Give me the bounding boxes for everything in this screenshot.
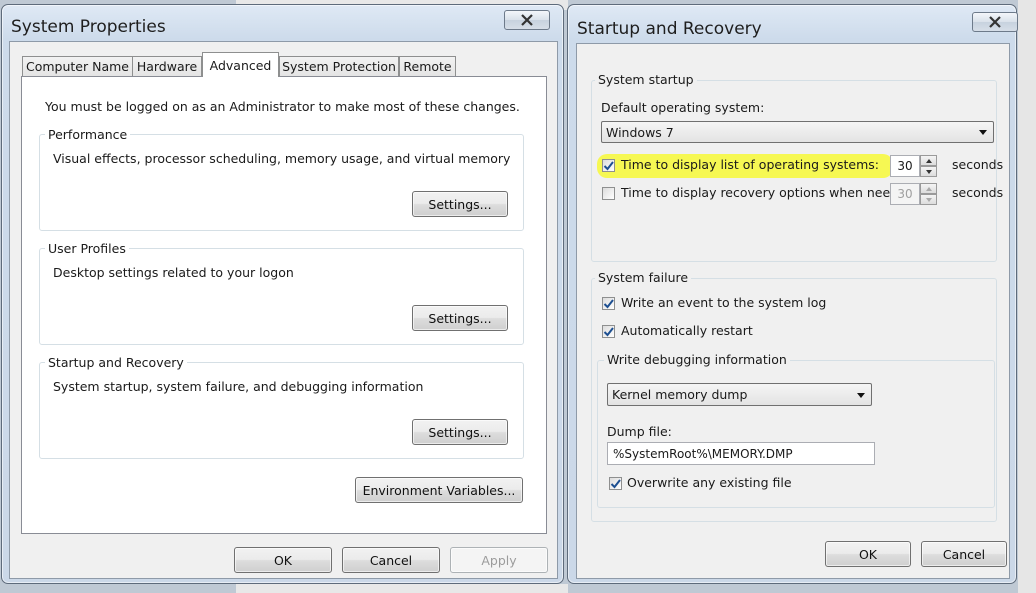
performance-label: Performance (45, 127, 131, 142)
startup-recovery-settings-button[interactable]: Settings... (412, 419, 508, 445)
overwrite-checkbox[interactable] (609, 477, 622, 490)
tab-computer-name[interactable]: Computer Name (22, 56, 133, 76)
tab-label: Remote (403, 59, 452, 74)
checkmark-icon (603, 299, 614, 309)
display-list-label: Time to display list of operating system… (621, 157, 879, 172)
dialog-client-area: System startup Default operating system:… (576, 43, 1010, 579)
display-recovery-unit: seconds (952, 185, 1004, 200)
close-icon (989, 16, 1001, 28)
apply-button[interactable]: Apply (450, 547, 548, 573)
environment-variables-button[interactable]: Environment Variables... (355, 477, 523, 503)
close-button[interactable] (972, 12, 1018, 32)
checkmark-icon (603, 327, 614, 337)
performance-settings-button[interactable]: Settings... (412, 191, 508, 217)
window-title: System Properties (11, 17, 166, 37)
close-button[interactable] (504, 10, 550, 30)
user-profiles-description: Desktop settings related to your logon (53, 265, 294, 280)
write-event-label: Write an event to the system log (621, 295, 827, 310)
auto-restart-label: Automatically restart (621, 323, 753, 338)
startup-recovery-window: Startup and Recovery System startup Defa… (567, 4, 1018, 584)
checkmark-icon (610, 479, 621, 489)
tab-label: Hardware (136, 59, 198, 74)
tab-remote[interactable]: Remote (399, 56, 456, 76)
spin-down-icon[interactable] (920, 194, 937, 205)
system-properties-window: System Properties Computer Name Hardware… (1, 4, 564, 584)
display-list-checkbox[interactable] (602, 159, 615, 172)
tab-advanced[interactable]: Advanced (202, 52, 279, 77)
default-os-label: Default operating system: (601, 100, 765, 115)
spin-up-icon[interactable] (920, 155, 937, 166)
spin-down-icon[interactable] (920, 166, 937, 177)
user-profiles-settings-button[interactable]: Settings... (412, 305, 508, 331)
display-list-value[interactable]: 30 (890, 155, 920, 177)
chevron-down-icon (857, 392, 865, 398)
close-icon (521, 14, 533, 26)
overwrite-label: Overwrite any existing file (627, 475, 792, 490)
spin-up-icon[interactable] (920, 183, 937, 194)
write-event-checkbox[interactable] (602, 297, 615, 310)
auto-restart-checkbox[interactable] (602, 325, 615, 338)
ok-button[interactable]: OK (234, 547, 332, 573)
display-recovery-checkbox[interactable] (602, 187, 615, 200)
default-os-select[interactable]: Windows 7 (601, 121, 994, 143)
startup-recovery-label: Startup and Recovery (45, 355, 187, 370)
dump-file-input[interactable]: %SystemRoot%\MEMORY.DMP (607, 442, 875, 465)
display-recovery-spinner[interactable]: 30 (890, 183, 937, 205)
background-window-right (1018, 0, 1036, 593)
chevron-down-icon (979, 130, 987, 135)
tab-label: Computer Name (26, 59, 129, 74)
system-startup-label: System startup (595, 72, 697, 87)
display-list-unit: seconds (952, 157, 1004, 172)
dialog-client-area: Computer Name Hardware Advanced System P… (9, 41, 558, 579)
startup-recovery-description: System startup, system failure, and debu… (53, 379, 424, 394)
ok-button[interactable]: OK (825, 541, 911, 567)
dump-type-value: Kernel memory dump (612, 387, 748, 402)
advanced-tab-panel: You must be logged on as an Administrato… (21, 76, 547, 534)
cancel-button[interactable]: Cancel (921, 541, 1007, 567)
dump-file-label: Dump file: (607, 424, 672, 439)
display-list-spinner[interactable]: 30 (890, 155, 937, 177)
tab-hardware[interactable]: Hardware (132, 56, 202, 76)
system-failure-label: System failure (595, 270, 692, 285)
display-recovery-value[interactable]: 30 (890, 183, 920, 205)
user-profiles-label: User Profiles (45, 241, 129, 256)
tab-label: System Protection (282, 59, 396, 74)
checkmark-icon (603, 161, 614, 171)
dump-type-select[interactable]: Kernel memory dump (607, 383, 872, 406)
background-window-edge-bottom (236, 584, 568, 593)
tab-system-protection[interactable]: System Protection (279, 56, 399, 76)
display-recovery-label: Time to display recovery options when ne… (621, 185, 914, 200)
admin-note: You must be logged on as an Administrato… (45, 99, 520, 114)
tab-label: Advanced (209, 57, 272, 73)
default-os-value: Windows 7 (606, 124, 674, 140)
performance-description: Visual effects, processor scheduling, me… (53, 151, 511, 166)
debug-info-label: Write debugging information (604, 352, 790, 367)
window-title: Startup and Recovery (577, 19, 762, 39)
cancel-button[interactable]: Cancel (342, 547, 440, 573)
